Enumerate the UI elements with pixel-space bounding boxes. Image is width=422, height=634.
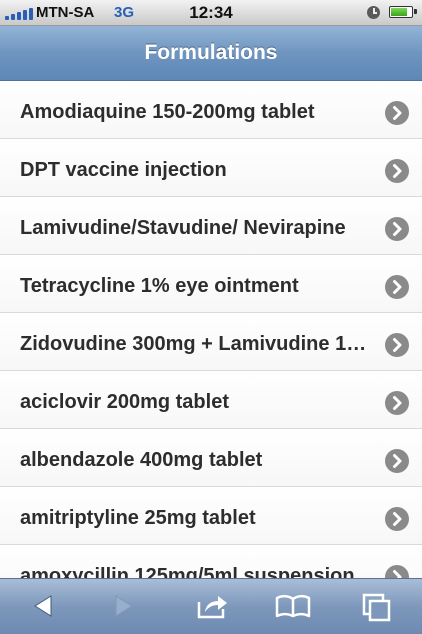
list-item-label: Lamivudine/Stavudine/ Nevirapine	[20, 217, 346, 239]
chevron-right-icon	[385, 333, 409, 357]
battery-level-fill	[391, 8, 407, 16]
chevron-right-icon	[385, 449, 409, 473]
forward-icon[interactable]	[104, 589, 144, 623]
chevron-right-icon	[385, 101, 409, 125]
chevron-right-icon	[385, 507, 409, 531]
formulations-list[interactable]: Amodiaquine 150-200mg tablet DPT vaccine…	[0, 81, 422, 578]
list-item[interactable]: Lamivudine/Stavudine/ Nevirapine	[0, 197, 422, 255]
list-item-label: amitriptyline 25mg tablet	[20, 507, 256, 529]
list-item-label: Amodiaquine 150-200mg tablet	[20, 101, 315, 123]
share-icon[interactable]	[193, 589, 233, 623]
list-item[interactable]: Zidovudine 300mg + Lamivudine 150mg	[0, 313, 422, 371]
list-item-label: Tetracycline 1% eye ointment	[20, 275, 299, 297]
list-item-label: amoxycillin 125mg/5ml suspension	[20, 565, 355, 578]
browser-toolbar	[0, 578, 422, 634]
phone-screen: MTN-SA 3G 12:34 Formulations Amodiaquine…	[0, 0, 422, 634]
list-item[interactable]: Amodiaquine 150-200mg tablet	[0, 81, 422, 139]
page-title: Formulations	[144, 41, 278, 64]
chevron-right-icon	[385, 217, 409, 241]
status-bar: MTN-SA 3G 12:34	[0, 0, 422, 26]
list-item[interactable]: aciclovir 200mg tablet	[0, 371, 422, 429]
list-item-label: DPT vaccine injection	[20, 159, 227, 181]
list-item[interactable]: Tetracycline 1% eye ointment	[0, 255, 422, 313]
list-item-label: aciclovir 200mg tablet	[20, 391, 229, 413]
clock-time: 12:34	[189, 3, 233, 22]
list-item[interactable]: albendazole 400mg tablet	[0, 429, 422, 487]
list-item[interactable]: amitriptyline 25mg tablet	[0, 487, 422, 545]
chevron-right-icon	[385, 391, 409, 415]
pages-icon[interactable]	[357, 589, 397, 623]
list-item[interactable]: DPT vaccine injection	[0, 139, 422, 197]
chevron-right-icon	[385, 565, 409, 578]
chevron-right-icon	[385, 275, 409, 299]
alarm-clock-icon	[367, 6, 380, 19]
bookmarks-icon[interactable]	[273, 589, 313, 623]
list-item-label: albendazole 400mg tablet	[20, 449, 263, 471]
nav-header: Formulations	[0, 26, 422, 81]
chevron-right-icon	[385, 159, 409, 183]
list-item[interactable]: amoxycillin 125mg/5ml suspension	[0, 545, 422, 578]
back-icon[interactable]	[23, 589, 63, 623]
battery-icon	[389, 6, 417, 18]
list-item-label: Zidovudine 300mg + Lamivudine 150mg	[20, 333, 375, 355]
